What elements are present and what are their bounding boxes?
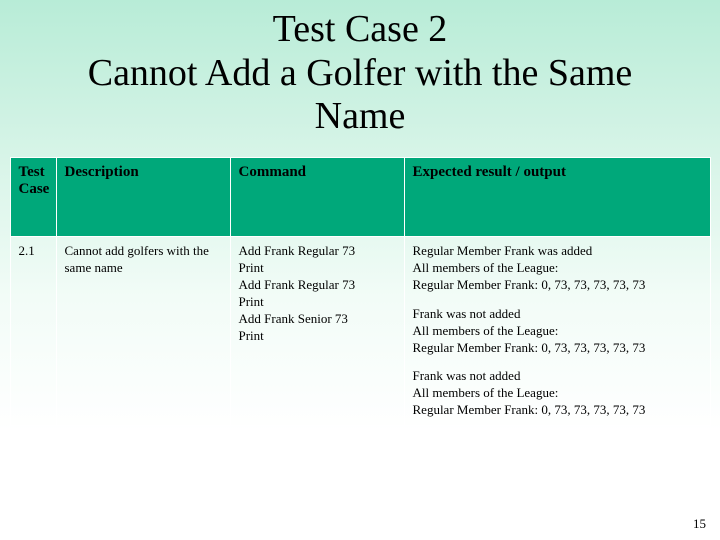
page-number: 15 (693, 516, 706, 532)
title-line-2: Cannot Add a Golfer with the Same (88, 52, 633, 94)
expected-line: Regular Member Frank: 0, 73, 73, 73, 73,… (413, 340, 646, 355)
command-line: Add Frank Regular 73 (239, 243, 396, 260)
header-expected: Expected result / output (404, 158, 710, 237)
expected-line: Frank was not added (413, 368, 521, 383)
command-line: Print (239, 328, 396, 345)
title-line-3: Name (315, 95, 406, 137)
expected-line: All members of the League: (413, 260, 559, 275)
expected-block: Frank was not added All members of the L… (413, 306, 702, 357)
slide-title: Test Case 2 Cannot Add a Golfer with the… (0, 0, 720, 157)
header-command: Command (230, 158, 404, 237)
slide: Test Case 2 Cannot Add a Golfer with the… (0, 0, 720, 540)
cell-description: Cannot add golfers with the same name (56, 237, 230, 426)
table-row: 2.1 Cannot add golfers with the same nam… (10, 237, 710, 426)
expected-line: All members of the League: (413, 385, 559, 400)
expected-block: Regular Member Frank was added All membe… (413, 243, 702, 294)
expected-line: Regular Member Frank: 0, 73, 73, 73, 73,… (413, 277, 646, 292)
expected-line: Regular Member Frank was added (413, 243, 593, 258)
cell-test-case: 2.1 (10, 237, 56, 426)
header-description: Description (56, 158, 230, 237)
cell-expected: Regular Member Frank was added All membe… (404, 237, 710, 426)
expected-line: Frank was not added (413, 306, 521, 321)
expected-line: Regular Member Frank: 0, 73, 73, 73, 73,… (413, 402, 646, 417)
command-line: Print (239, 294, 396, 311)
expected-block: Frank was not added All members of the L… (413, 368, 702, 419)
cell-command: Add Frank Regular 73 Print Add Frank Reg… (230, 237, 404, 426)
expected-line: All members of the League: (413, 323, 559, 338)
header-test-case: Test Case (10, 158, 56, 237)
test-case-table: Test Case Description Command Expected r… (10, 157, 711, 426)
command-line: Print (239, 260, 396, 277)
title-line-1: Test Case 2 (273, 8, 448, 50)
table-header-row: Test Case Description Command Expected r… (10, 158, 710, 237)
command-line: Add Frank Senior 73 (239, 311, 396, 328)
command-line: Add Frank Regular 73 (239, 277, 396, 294)
